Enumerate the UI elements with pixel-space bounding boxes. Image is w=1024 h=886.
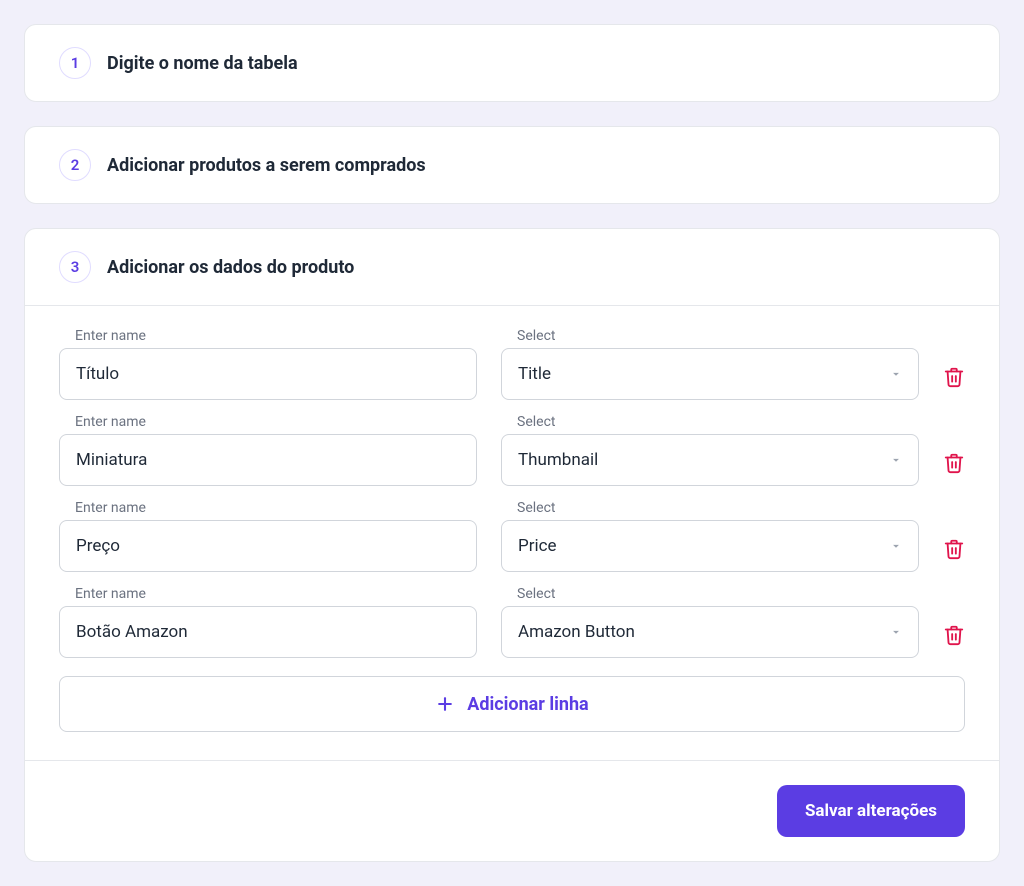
- select-field: Select Price: [501, 500, 919, 572]
- data-row: Enter name Select Title: [59, 328, 965, 400]
- name-input[interactable]: [59, 434, 477, 486]
- select-label: Select: [501, 328, 919, 344]
- add-row-label: Adicionar linha: [467, 694, 588, 715]
- name-field: Enter name: [59, 328, 477, 400]
- plus-icon: [435, 694, 455, 714]
- panel-footer: Salvar alterações: [25, 760, 999, 861]
- select-wrap: Title: [501, 348, 919, 400]
- delete-row-button[interactable]: [943, 354, 965, 400]
- select-label: Select: [501, 414, 919, 430]
- select-wrap: Thumbnail: [501, 434, 919, 486]
- select-label: Select: [501, 586, 919, 602]
- save-button[interactable]: Salvar alterações: [777, 785, 965, 837]
- name-field: Enter name: [59, 500, 477, 572]
- type-select[interactable]: Amazon Button: [501, 606, 919, 658]
- name-input[interactable]: [59, 520, 477, 572]
- type-select[interactable]: Title: [501, 348, 919, 400]
- step-number-badge: 2: [59, 149, 91, 181]
- name-input[interactable]: [59, 606, 477, 658]
- select-field: Select Amazon Button: [501, 586, 919, 658]
- trash-icon: [943, 452, 965, 474]
- step-number-badge: 3: [59, 251, 91, 283]
- delete-row-button[interactable]: [943, 612, 965, 658]
- step-1-title: Digite o nome da tabela: [107, 53, 298, 74]
- select-label: Select: [501, 500, 919, 516]
- trash-icon: [943, 538, 965, 560]
- step-3-body: Enter name Select Title: [25, 305, 999, 760]
- delete-row-button[interactable]: [943, 526, 965, 572]
- step-number-badge: 1: [59, 47, 91, 79]
- step-1-panel: 1 Digite o nome da tabela: [24, 24, 1000, 102]
- step-1-header[interactable]: 1 Digite o nome da tabela: [25, 25, 999, 101]
- type-select[interactable]: Price: [501, 520, 919, 572]
- name-field: Enter name: [59, 586, 477, 658]
- step-3-header[interactable]: 3 Adicionar os dados do produto: [25, 229, 999, 305]
- select-field: Select Title: [501, 328, 919, 400]
- name-field: Enter name: [59, 414, 477, 486]
- select-field: Select Thumbnail: [501, 414, 919, 486]
- name-label: Enter name: [59, 328, 477, 344]
- trash-icon: [943, 624, 965, 646]
- step-2-header[interactable]: 2 Adicionar produtos a serem comprados: [25, 127, 999, 203]
- data-row: Enter name Select Price: [59, 500, 965, 572]
- trash-icon: [943, 366, 965, 388]
- select-wrap: Price: [501, 520, 919, 572]
- name-label: Enter name: [59, 586, 477, 602]
- data-row: Enter name Select Thumbnail: [59, 414, 965, 486]
- step-3-title: Adicionar os dados do produto: [107, 257, 354, 278]
- delete-row-button[interactable]: [943, 440, 965, 486]
- type-select[interactable]: Thumbnail: [501, 434, 919, 486]
- name-label: Enter name: [59, 414, 477, 430]
- step-2-title: Adicionar produtos a serem comprados: [107, 155, 426, 176]
- select-wrap: Amazon Button: [501, 606, 919, 658]
- name-input[interactable]: [59, 348, 477, 400]
- data-row: Enter name Select Amazon Button: [59, 586, 965, 658]
- step-2-panel: 2 Adicionar produtos a serem comprados: [24, 126, 1000, 204]
- step-3-panel: 3 Adicionar os dados do produto Enter na…: [24, 228, 1000, 862]
- name-label: Enter name: [59, 500, 477, 516]
- add-row-button[interactable]: Adicionar linha: [59, 676, 965, 732]
